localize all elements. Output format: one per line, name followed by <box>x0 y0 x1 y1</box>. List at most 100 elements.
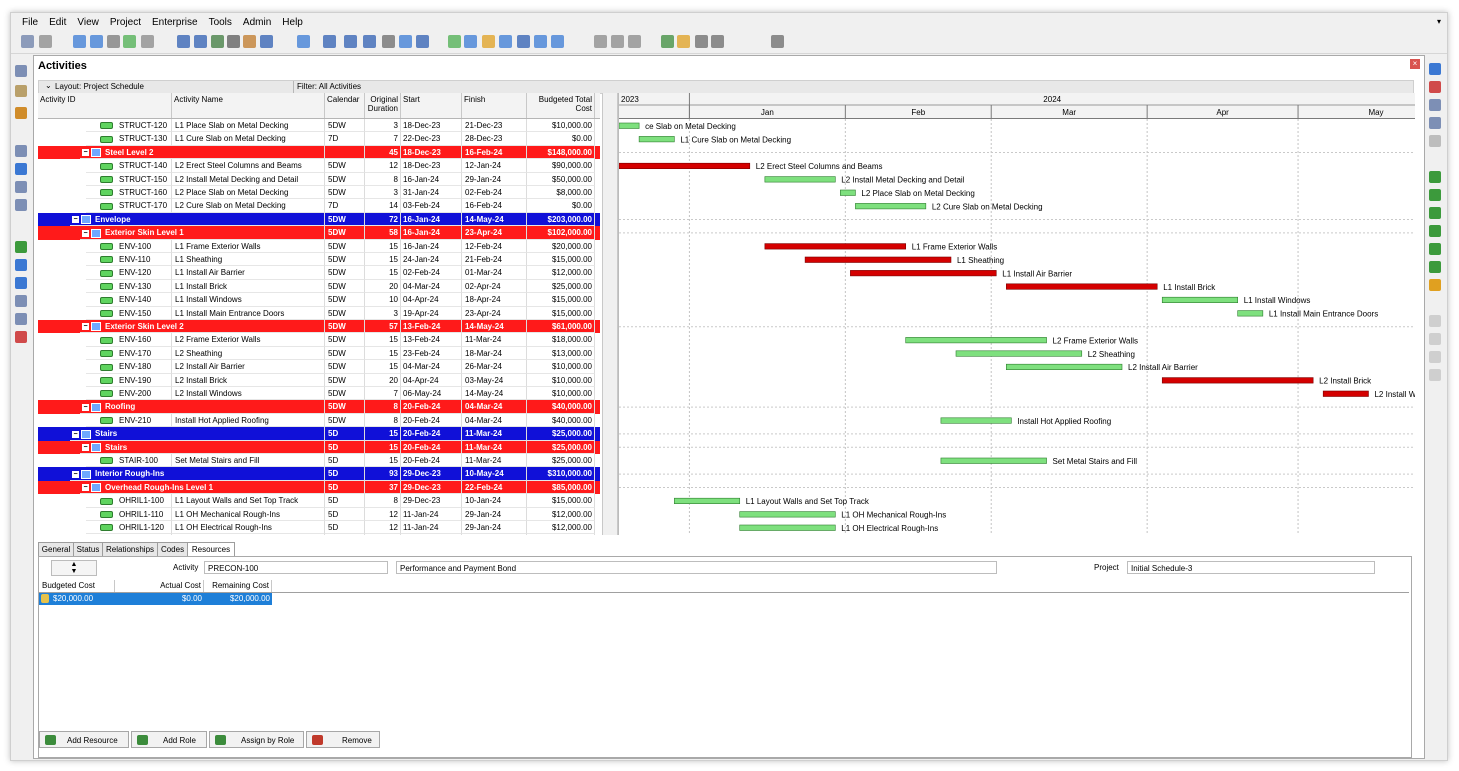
sidebar-tool-icon[interactable] <box>1429 189 1441 201</box>
collapse-icon[interactable]: − <box>82 484 89 492</box>
table-row[interactable]: ENV-100 L1 Frame Exterior Walls 5DW 15 16-Ja… <box>38 239 600 253</box>
gantt-bar[interactable] <box>674 497 741 505</box>
toolbar-button-icon[interactable] <box>416 35 429 48</box>
gantt-bar[interactable] <box>638 136 675 143</box>
gantt-bar[interactable] <box>1237 310 1264 317</box>
wbs-row[interactable]: − Envelope 5DW 72 16-Jan-24 14-May-24 $203,000… <box>38 212 600 227</box>
table-row[interactable]: OHRIL1-120 L1 OH Electrical Rough-Ins 5D 12… <box>38 521 600 535</box>
sidebar-tool-icon[interactable] <box>15 85 27 97</box>
sidebar-tool-icon[interactable] <box>1429 225 1441 237</box>
wbs-row[interactable]: − Overhead Rough-Ins Level 1 5D 37 29-Dec-23… <box>38 480 600 495</box>
col-budgeted-cost[interactable]: Budgeted Total Cost <box>527 93 595 118</box>
collapse-icon[interactable]: − <box>82 443 89 451</box>
table-row[interactable]: STRUCT-130 L1 Cure Slab on Metal Decking 7… <box>38 132 600 146</box>
gantt-bar[interactable] <box>764 243 907 250</box>
remove-button[interactable]: Remove <box>306 731 380 748</box>
toolbar-button-icon[interactable] <box>594 35 607 48</box>
nav-updown-button[interactable]: ▲ ▼ <box>51 560 97 576</box>
layout-label[interactable]: Layout: Project Schedule <box>55 82 144 91</box>
menu-tools[interactable]: Tools <box>209 17 232 28</box>
table-row[interactable]: ENV-200 L2 Install Windows 5DW 7 06-May-24 14… <box>38 387 600 401</box>
menu-file[interactable]: File <box>22 17 38 28</box>
toolbar-button-icon[interactable] <box>399 35 412 48</box>
toolbar-button-icon[interactable] <box>464 35 477 48</box>
sidebar-tool-icon[interactable] <box>1429 99 1441 111</box>
toolbar-button-icon[interactable] <box>677 35 690 48</box>
toolbar-button-icon[interactable] <box>260 35 273 48</box>
collapse-icon[interactable]: − <box>82 323 89 331</box>
resource-row[interactable]: $20,000.00 $0.00 $20,000.00 <box>39 593 272 605</box>
collapse-icon[interactable]: − <box>72 470 79 478</box>
toolbar-button-icon[interactable] <box>21 35 34 48</box>
table-row[interactable]: ENV-210 Install Hot Applied Roofing 5DW 8 20… <box>38 413 600 428</box>
toolbar-button-icon[interactable] <box>499 35 512 48</box>
toolbar-button-icon[interactable] <box>39 35 52 48</box>
gantt-bar[interactable] <box>804 256 952 263</box>
col-activity-name[interactable]: Activity Name <box>172 93 325 118</box>
toolbar-button-icon[interactable] <box>323 35 336 48</box>
table-row[interactable]: STAIR-100 Set Metal Stairs and Fill 5D 15 20… <box>38 454 600 468</box>
toolbar-button-icon[interactable] <box>517 35 530 48</box>
gantt-bar[interactable] <box>840 189 856 196</box>
col-res-remaining[interactable]: Remaining Cost <box>205 580 272 592</box>
toolbar-button-icon[interactable] <box>107 35 120 48</box>
col-start[interactable]: Start <box>401 93 462 118</box>
toolbar-button-icon[interactable] <box>243 35 256 48</box>
toolbar-button-icon[interactable] <box>363 35 376 48</box>
toolbar-button-icon[interactable] <box>297 35 310 48</box>
sidebar-tool-icon[interactable] <box>1429 279 1441 291</box>
table-row[interactable]: ENV-190 L2 Install Brick 5DW 20 04-Apr-24 03-… <box>38 373 600 387</box>
toolbar-button-icon[interactable] <box>211 35 224 48</box>
table-row[interactable]: ENV-120 L1 Install Air Barrier 5DW 15 02-Feb… <box>38 266 600 280</box>
sidebar-tool-icon[interactable] <box>1429 135 1441 147</box>
toolbar-button-icon[interactable] <box>194 35 207 48</box>
sidebar-tool-icon[interactable] <box>15 331 27 343</box>
tab-status[interactable]: Status <box>73 542 103 557</box>
wbs-row[interactable]: − Interior Rough-Ins 5D 93 29-Dec-23 10-May-2… <box>38 467 600 481</box>
wbs-row[interactable]: − Stairs 5D 15 20-Feb-24 11-Mar-24 $25,000.00 <box>38 427 600 441</box>
sidebar-tool-icon[interactable] <box>1429 117 1441 129</box>
toolbar-button-icon[interactable] <box>177 35 190 48</box>
wbs-row[interactable]: − Exterior Skin Level 2 5DW 57 13-Feb-24 14-M… <box>38 320 600 334</box>
table-row[interactable]: OHRIL1-100 L1 Layout Walls and Set Top Tr… <box>38 494 600 508</box>
gantt-bar[interactable] <box>905 337 1047 344</box>
close-icon[interactable]: × <box>1410 59 1420 69</box>
gantt-bar[interactable] <box>1161 377 1314 384</box>
menu-enterprise[interactable]: Enterprise <box>152 17 198 28</box>
gantt-bar[interactable] <box>940 457 1047 464</box>
add-resource-button[interactable]: Add Resource <box>39 731 129 748</box>
gantt-bar[interactable] <box>1322 390 1369 397</box>
toolbar-button-icon[interactable] <box>661 35 674 48</box>
wbs-row[interactable]: − Roofing 5DW 8 20-Feb-24 04-Mar-24 $40,000.00 <box>38 400 600 414</box>
table-row[interactable]: STRUCT-170 L2 Cure Slab on Metal Decking 7… <box>38 199 600 213</box>
table-row[interactable]: ENV-160 L2 Frame Exterior Walls 5DW 15 13-Fe… <box>38 333 600 347</box>
wbs-row[interactable]: − Stairs 5D 15 20-Feb-24 11-Mar-24 $25,000.00 <box>38 440 600 454</box>
sidebar-tool-icon[interactable] <box>1429 351 1441 363</box>
toolbar-button-icon[interactable] <box>382 35 395 48</box>
wbs-row[interactable]: − Exterior Skin Level 1 5DW 58 16-Jan-24 23-A… <box>38 226 600 240</box>
col-activity-id[interactable]: Activity ID <box>38 93 172 118</box>
project-field[interactable]: Initial Schedule-3 <box>1127 561 1375 574</box>
table-row[interactable]: ENV-150 L1 Install Main Entrance Doors 5DW… <box>38 306 600 320</box>
toolbar-button-icon[interactable] <box>90 35 103 48</box>
toolbar-button-icon[interactable] <box>141 35 154 48</box>
col-calendar[interactable]: Calendar <box>325 93 365 118</box>
tab-relationships[interactable]: Relationships <box>102 542 158 557</box>
sidebar-tool-icon[interactable] <box>1429 207 1441 219</box>
toolbar-button-icon[interactable] <box>123 35 136 48</box>
gantt-bar[interactable] <box>955 350 1083 357</box>
sidebar-tool-icon[interactable] <box>1429 261 1441 273</box>
sidebar-tool-icon[interactable] <box>1429 243 1441 255</box>
toolbar-button-icon[interactable] <box>551 35 564 48</box>
gantt-bar[interactable] <box>850 270 997 277</box>
sidebar-tool-icon[interactable] <box>15 65 27 77</box>
gantt-bar[interactable] <box>739 511 836 518</box>
menu-admin[interactable]: Admin <box>243 17 271 28</box>
col-finish[interactable]: Finish <box>462 93 527 118</box>
tab-codes[interactable]: Codes <box>157 542 188 557</box>
toolbar-button-icon[interactable] <box>711 35 724 48</box>
gantt-bar[interactable] <box>619 122 640 129</box>
sidebar-tool-icon[interactable] <box>15 145 27 157</box>
table-row[interactable]: ENV-130 L1 Install Brick 5DW 20 04-Mar-24 02-… <box>38 279 600 294</box>
collapse-icon[interactable]: − <box>82 149 89 157</box>
